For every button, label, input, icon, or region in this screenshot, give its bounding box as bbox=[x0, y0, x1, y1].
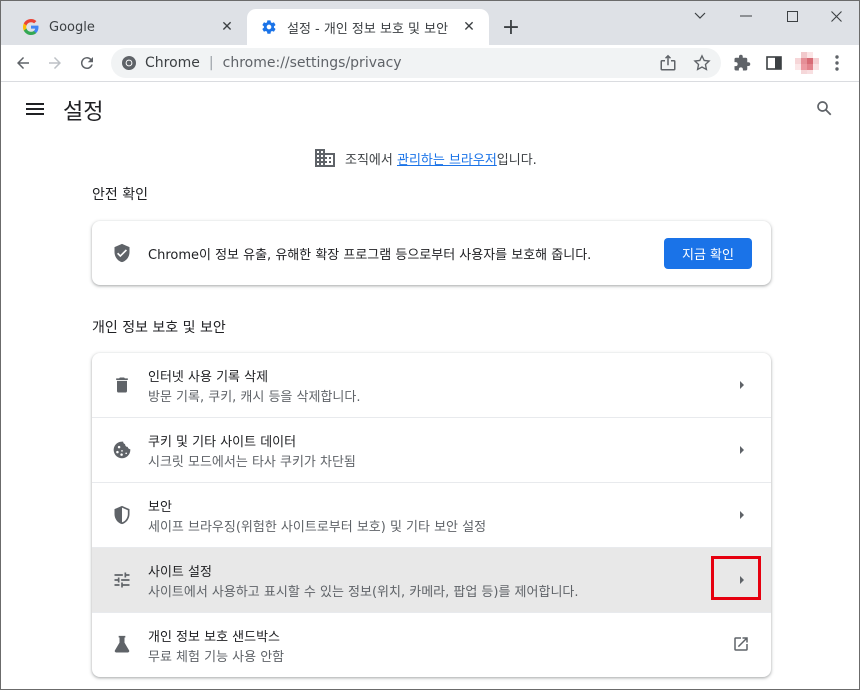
hamburger-menu-icon[interactable] bbox=[25, 99, 45, 119]
side-panel-icon[interactable] bbox=[760, 49, 788, 77]
list-item-cookies[interactable]: 쿠키 및 기타 사이트 데이터 시크릿 모드에서는 타사 쿠키가 차단됨 bbox=[92, 417, 771, 482]
highlight-box bbox=[711, 556, 761, 600]
tab-strip: Google ✕ 설정 - 개인 정보 보호 및 보안 ✕ + bbox=[1, 1, 859, 45]
item-subtitle: 사이트에서 사용하고 표시할 수 있는 정보(위치, 카메라, 팝업 등)를 제… bbox=[148, 585, 579, 600]
building-icon bbox=[315, 149, 335, 167]
managed-suffix: 입니다. bbox=[496, 152, 537, 168]
list-item-privacy-sandbox[interactable]: 개인 정보 보호 샌드박스 무료 체험 기능 사용 안함 bbox=[92, 612, 771, 677]
tab-google[interactable]: Google ✕ bbox=[9, 9, 247, 45]
shield-icon bbox=[112, 505, 132, 525]
managed-prefix: 조직에서 bbox=[345, 152, 397, 168]
gear-icon bbox=[261, 19, 277, 35]
item-title: 쿠키 및 기타 사이트 데이터 bbox=[148, 435, 297, 450]
avatar[interactable] bbox=[795, 52, 819, 74]
open-in-new-icon bbox=[732, 635, 752, 655]
site-label: Chrome bbox=[145, 55, 200, 71]
bookmark-star-icon[interactable] bbox=[693, 54, 711, 72]
safety-check-description: Chrome이 정보 유출, 유해한 확장 프로그램 등으로부터 사용자를 보호… bbox=[148, 248, 592, 263]
tab-settings[interactable]: 설정 - 개인 정보 보호 및 보안 ✕ bbox=[247, 9, 489, 45]
list-item-site-settings[interactable]: 사이트 설정 사이트에서 사용하고 표시할 수 있는 정보(위치, 카메라, 팝… bbox=[92, 547, 771, 612]
url-text: chrome://settings/privacy bbox=[222, 55, 402, 71]
arrow-right-icon bbox=[732, 440, 752, 460]
new-tab-button[interactable]: + bbox=[499, 15, 523, 40]
forward-button[interactable] bbox=[41, 49, 69, 77]
arrow-right-icon bbox=[732, 375, 752, 395]
flask-icon bbox=[112, 635, 132, 655]
google-g-icon bbox=[23, 19, 39, 35]
privacy-section-heading: 개인 정보 보호 및 보안 bbox=[92, 320, 226, 336]
managed-browser-link[interactable]: 관리하는 브라우저 bbox=[397, 149, 497, 168]
close-window-button[interactable] bbox=[813, 5, 859, 27]
item-subtitle: 방문 기록, 쿠키, 캐시 등을 삭제합니다. bbox=[148, 390, 361, 405]
shield-check-icon bbox=[112, 243, 132, 263]
address-bar[interactable]: Chrome | chrome://settings/privacy bbox=[111, 48, 721, 78]
omnibox-divider: | bbox=[208, 55, 214, 71]
back-button[interactable] bbox=[9, 49, 37, 77]
reload-button[interactable] bbox=[73, 49, 101, 77]
item-title: 사이트 설정 bbox=[148, 565, 212, 580]
check-now-button[interactable]: 지금 확인 bbox=[664, 238, 752, 269]
settings-header: 설정 bbox=[1, 82, 859, 136]
item-title: 개인 정보 보호 샌드박스 bbox=[148, 630, 280, 645]
extensions-puzzle-icon[interactable] bbox=[728, 49, 756, 77]
tune-icon bbox=[112, 570, 132, 590]
cookie-icon bbox=[112, 440, 132, 460]
more-menu-icon[interactable] bbox=[823, 49, 851, 77]
item-subtitle: 무료 체험 기능 사용 안함 bbox=[148, 650, 285, 665]
minimize-button[interactable] bbox=[723, 5, 769, 27]
chevron-down-icon[interactable] bbox=[677, 5, 723, 27]
maximize-button[interactable] bbox=[769, 5, 815, 27]
managed-notice: 조직에서 관리하는 브라우저 입니다. bbox=[315, 147, 537, 169]
tab-title: Google bbox=[49, 19, 95, 35]
close-icon[interactable]: ✕ bbox=[459, 17, 479, 37]
search-icon[interactable] bbox=[815, 99, 835, 119]
browser-window: Google ✕ 설정 - 개인 정보 보호 및 보안 ✕ + Chrome |… bbox=[0, 0, 860, 690]
item-title: 인터넷 사용 기록 삭제 bbox=[148, 370, 269, 385]
toolbar: Chrome | chrome://settings/privacy bbox=[1, 45, 859, 82]
page-title: 설정 bbox=[63, 100, 104, 125]
list-item-security[interactable]: 보안 세이프 브라우징(위험한 사이트로부터 보호) 및 기타 보안 설정 bbox=[92, 482, 771, 547]
arrow-right-icon bbox=[732, 505, 752, 525]
list-item-clear-browsing-data[interactable]: 인터넷 사용 기록 삭제 방문 기록, 쿠키, 캐시 등을 삭제합니다. bbox=[92, 353, 771, 417]
privacy-settings-list: 인터넷 사용 기록 삭제 방문 기록, 쿠키, 캐시 등을 삭제합니다. 쿠키 … bbox=[92, 353, 771, 677]
tab-title: 설정 - 개인 정보 보호 및 보안 bbox=[287, 21, 449, 37]
item-subtitle: 세이프 브라우징(위험한 사이트로부터 보호) 및 기타 보안 설정 bbox=[148, 520, 487, 535]
safety-check-heading: 안전 확인 bbox=[92, 187, 148, 203]
chrome-icon bbox=[121, 55, 137, 71]
item-title: 보안 bbox=[148, 500, 172, 515]
share-icon[interactable] bbox=[659, 54, 677, 72]
close-icon[interactable]: ✕ bbox=[217, 17, 237, 37]
trash-icon bbox=[112, 375, 132, 395]
safety-check-card: Chrome이 정보 유출, 유해한 확장 프로그램 등으로부터 사용자를 보호… bbox=[92, 221, 771, 285]
item-subtitle: 시크릿 모드에서는 타사 쿠키가 차단됨 bbox=[148, 455, 356, 470]
